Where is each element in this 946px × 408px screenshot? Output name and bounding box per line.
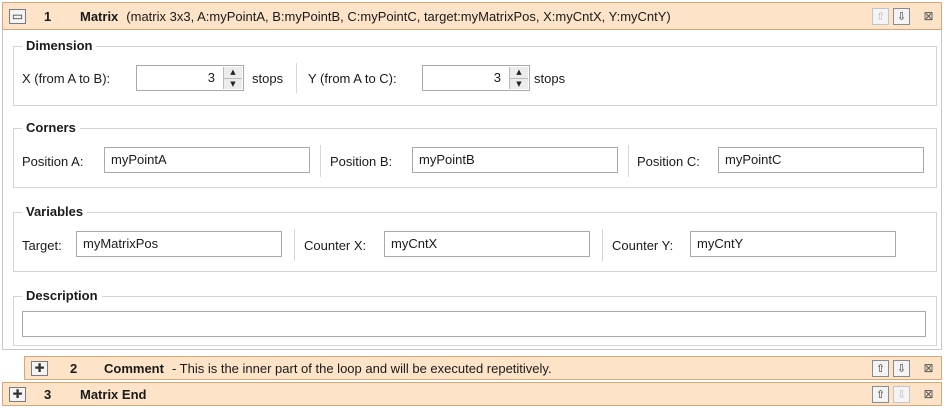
x-stops-stepper[interactable]: 3 ▲ ▼	[136, 65, 244, 91]
y-stops-stepper[interactable]: 3 ▲ ▼	[422, 65, 530, 91]
group-title: Corners	[22, 120, 80, 135]
x-stops-value: 3	[207, 70, 215, 85]
x-unit-label: stops	[252, 71, 284, 86]
row-number: 2	[70, 360, 78, 376]
counter-y-label: Counter Y:	[612, 238, 674, 253]
row-name: Matrix End	[80, 386, 147, 402]
row-header-comment[interactable]: ✚ 2 Comment - This is the inner part of …	[24, 356, 942, 380]
counter-x-field[interactable]: myCntX	[384, 231, 590, 257]
description-field[interactable]	[22, 311, 926, 337]
position-c-field[interactable]: myPointC	[718, 147, 924, 173]
increment-icon[interactable]: ▲	[510, 67, 528, 78]
expand-icon[interactable]: ✚	[31, 360, 48, 376]
row-number: 1	[44, 8, 52, 24]
corners-group: Corners Position A: myPointA Position B:…	[13, 120, 937, 188]
counter-y-field[interactable]: myCntY	[690, 231, 896, 257]
separator	[296, 63, 297, 93]
separator	[628, 145, 629, 177]
row-header-matrix-end[interactable]: ✚ 3 Matrix End ⇧ ⇩ ⊠	[2, 382, 942, 406]
x-dimension-label: X (from A to B):	[22, 71, 111, 86]
decrement-icon[interactable]: ▼	[510, 77, 528, 89]
row-name: Comment	[104, 360, 164, 376]
counter-x-label: Counter X:	[304, 238, 367, 253]
position-a-label: Position A:	[22, 154, 84, 169]
variables-group: Variables Target: myMatrixPos Counter X:…	[13, 204, 937, 272]
group-title: Dimension	[22, 38, 97, 53]
move-down-icon[interactable]: ⇩	[893, 359, 910, 377]
matrix-settings-panel: Dimension X (from A to B): 3 ▲ ▼ stops Y…	[2, 30, 942, 350]
move-down-icon: ⇩	[893, 385, 910, 403]
position-c-label: Position C:	[637, 154, 700, 169]
row-summary: (matrix 3x3, A:myPointA, B:myPointB, C:m…	[126, 8, 671, 24]
delete-icon: ⊠	[923, 387, 934, 401]
separator	[602, 229, 603, 261]
target-field[interactable]: myMatrixPos	[76, 231, 282, 257]
row-name: Matrix	[80, 8, 119, 24]
position-b-field[interactable]: myPointB	[412, 147, 618, 173]
increment-icon[interactable]: ▲	[224, 67, 242, 78]
expand-icon[interactable]: ✚	[9, 386, 26, 402]
y-stops-value: 3	[493, 70, 501, 85]
row-header-matrix[interactable]: ▭ 1 Matrix (matrix 3x3, A:myPointA, B:my…	[2, 2, 942, 30]
move-up-icon[interactable]: ⇧	[872, 359, 889, 377]
move-down-icon[interactable]: ⇩	[893, 7, 910, 25]
group-title: Description	[22, 288, 102, 303]
delete-icon[interactable]: ⊠	[920, 360, 937, 377]
y-unit-label: stops	[534, 71, 566, 86]
separator	[320, 145, 321, 177]
position-a-field[interactable]: myPointA	[104, 147, 310, 173]
collapse-icon[interactable]: ▭	[9, 8, 26, 24]
decrement-icon[interactable]: ▼	[224, 77, 242, 89]
separator	[294, 229, 295, 261]
move-up-icon: ⇧	[872, 7, 889, 25]
y-dimension-label: Y (from A to C):	[308, 71, 397, 86]
target-label: Target:	[22, 238, 62, 253]
dimension-group: Dimension X (from A to B): 3 ▲ ▼ stops Y…	[13, 38, 937, 106]
row-summary: - This is the inner part of the loop and…	[171, 360, 552, 376]
position-b-label: Position B:	[330, 154, 393, 169]
row-number: 3	[44, 386, 52, 402]
group-title: Variables	[22, 204, 88, 219]
description-group: Description	[13, 288, 937, 346]
delete-icon[interactable]: ⊠	[920, 8, 937, 25]
move-up-icon[interactable]: ⇧	[872, 385, 889, 403]
